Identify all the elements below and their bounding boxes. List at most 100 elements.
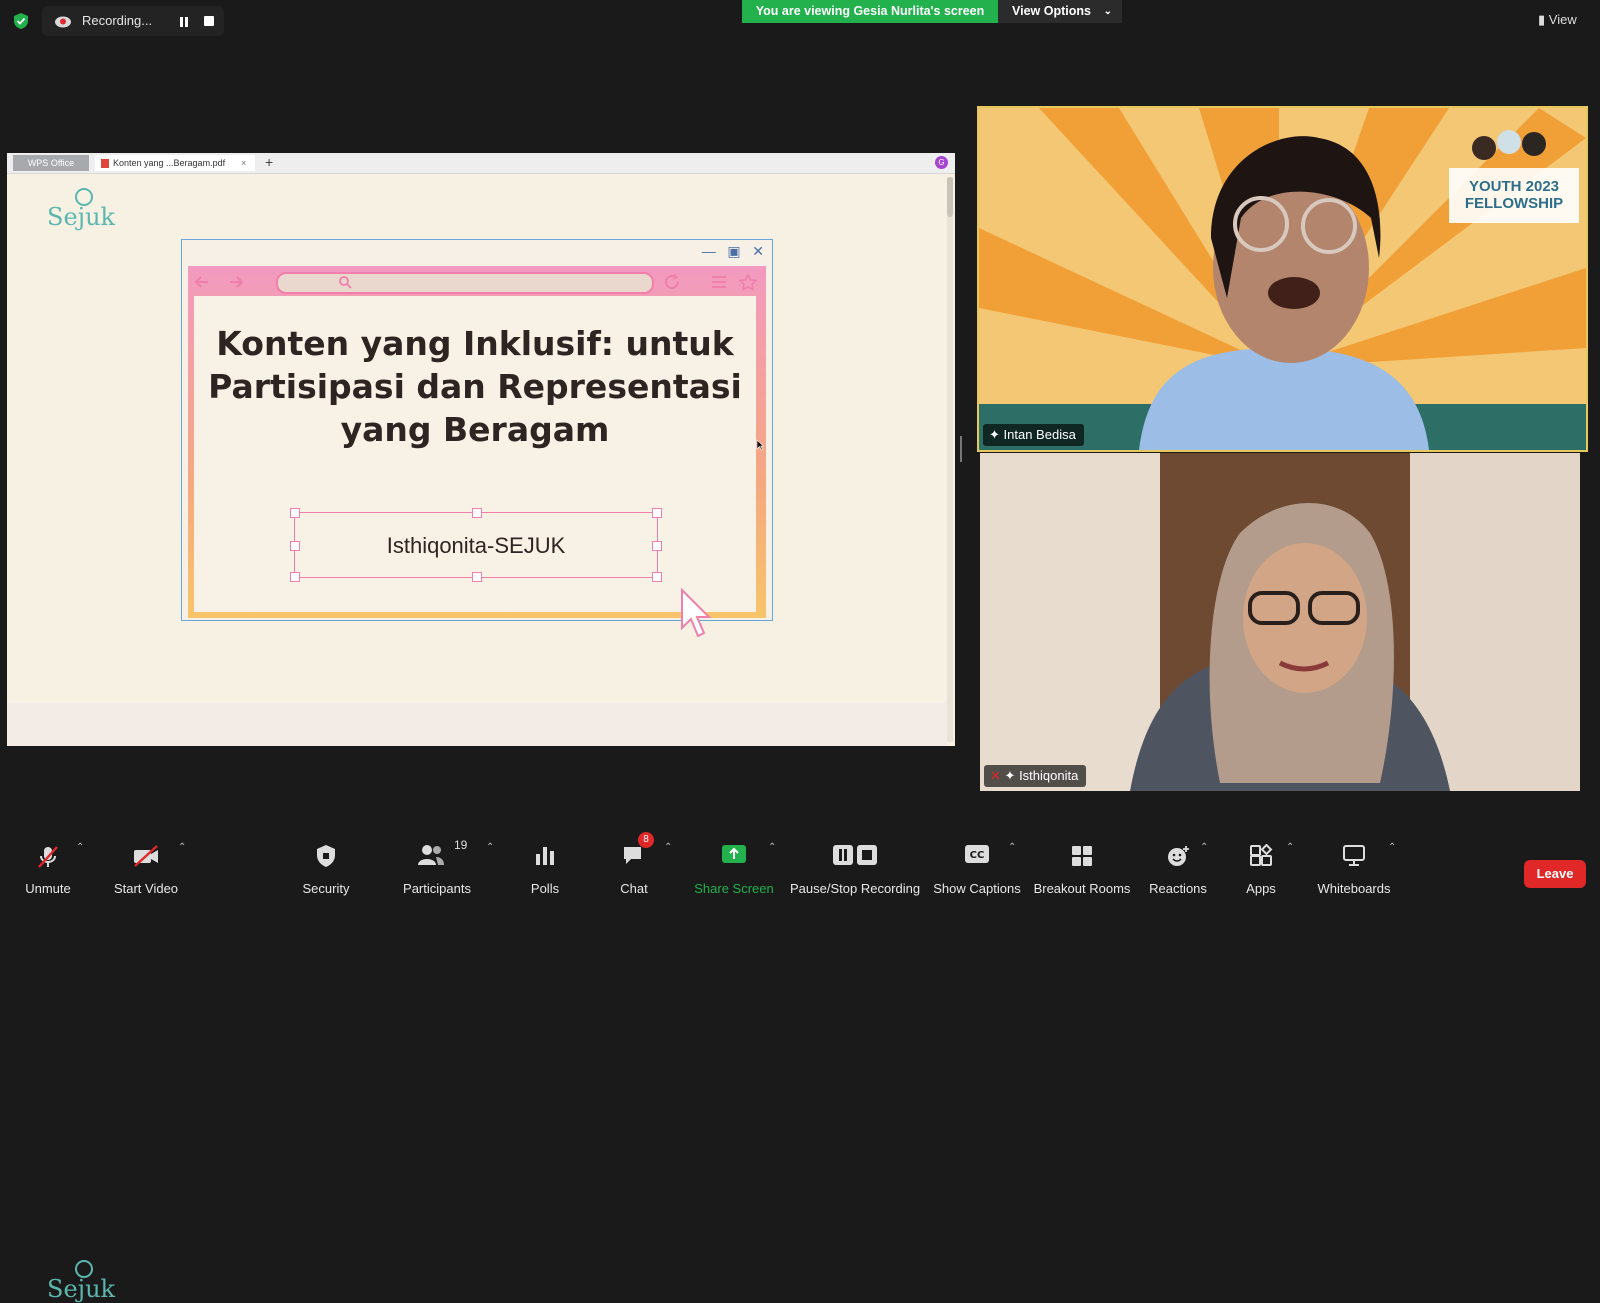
- recording-label: Recording...: [82, 13, 153, 28]
- security-shield-icon[interactable]: [12, 12, 30, 30]
- video-off-icon: [134, 845, 158, 867]
- reactions-label: Reactions: [1149, 881, 1207, 896]
- security-label: Security: [302, 881, 350, 896]
- participant-video: [980, 453, 1580, 791]
- stop-recording-icon[interactable]: [204, 16, 214, 26]
- next-slide-preview: Sejuk: [7, 703, 947, 1303]
- participants-options-caret-icon[interactable]: ⌃: [486, 842, 494, 853]
- resize-handle: [290, 541, 300, 551]
- minimize-icon: —: [701, 243, 716, 259]
- whiteboards-options-caret-icon[interactable]: ⌃: [1388, 842, 1396, 853]
- muted-mic-icon: ✕: [990, 768, 1001, 783]
- apps-button[interactable]: Apps: [1236, 830, 1286, 900]
- close-tab-icon[interactable]: ×: [241, 155, 246, 171]
- resize-handle: [652, 572, 662, 582]
- pdf-document-tab[interactable]: Konten yang ...Beragam.pdf ×: [95, 155, 255, 171]
- resize-handle: [290, 508, 300, 518]
- resize-handle: [290, 572, 300, 582]
- sejuk-logo: Sejuk: [47, 188, 137, 237]
- resize-handle: [472, 572, 482, 582]
- polls-button[interactable]: Polls: [520, 830, 570, 900]
- scrollbar[interactable]: [947, 177, 953, 742]
- breakout-rooms-icon: [1072, 846, 1092, 866]
- svg-text:CC: CC: [970, 850, 985, 861]
- unmute-label: Unmute: [25, 881, 71, 896]
- chat-unread-badge: 8: [638, 832, 654, 848]
- chat-options-caret-icon[interactable]: ⌃: [664, 842, 672, 853]
- closed-captions-icon: CC: [965, 845, 989, 863]
- slide-content: Konten yang Inklusif: untuk Partisipasi …: [194, 296, 756, 612]
- avatar[interactable]: G: [935, 156, 948, 169]
- chat-label: Chat: [620, 881, 648, 896]
- breakout-rooms-label: Breakout Rooms: [1033, 881, 1131, 896]
- chat-button[interactable]: 8 Chat: [608, 830, 660, 900]
- reactions-options-caret-icon[interactable]: ⌃: [1200, 842, 1208, 853]
- slide-browser-window: — ▣ ✕ Konten yang Inklusif: untuk Partis…: [181, 239, 773, 638]
- polls-label: Polls: [530, 881, 560, 896]
- participants-button[interactable]: 19 Participants: [400, 830, 474, 900]
- view-button[interactable]: ▮ View: [1538, 12, 1577, 28]
- start-video-label: Start Video: [113, 881, 179, 896]
- apps-label: Apps: [1246, 881, 1276, 896]
- pin-icon: ✦: [1004, 768, 1016, 783]
- wps-tab-bar: WPS Office Konten yang ...Beragam.pdf × …: [7, 153, 955, 174]
- polls-bar-chart-icon: [536, 847, 554, 865]
- whiteboards-button[interactable]: Whiteboards: [1310, 830, 1398, 900]
- reactions-smiley-icon: [1168, 846, 1189, 866]
- author-textbox: Isthiqonita-SEJUK: [290, 508, 662, 582]
- search-icon: [339, 276, 352, 289]
- youth-fellowship-badge: YOUTH 2023 FELLOWSHIP: [1464, 178, 1564, 212]
- mouse-cursor-icon: [756, 439, 764, 451]
- pause-recording-icon[interactable]: [178, 15, 190, 27]
- wps-office-tab[interactable]: WPS Office: [13, 155, 89, 171]
- share-options-caret-icon[interactable]: ⌃: [768, 842, 776, 853]
- pin-icon: ✦: [989, 427, 1000, 442]
- slide-author: Isthiqonita-SEJUK: [386, 533, 566, 558]
- view-options-button[interactable]: View Options ⌄: [998, 0, 1122, 23]
- view-options-label: View Options: [1012, 4, 1091, 18]
- back-forward-icon: [194, 276, 244, 288]
- maximize-icon: ▣: [727, 243, 741, 259]
- unmute-button[interactable]: Unmute: [14, 830, 82, 900]
- leave-button[interactable]: Leave: [1524, 860, 1586, 888]
- new-tab-icon[interactable]: +: [265, 153, 273, 171]
- close-icon: ✕: [752, 243, 764, 259]
- panel-resize-handle[interactable]: [960, 436, 962, 462]
- audio-options-caret-icon[interactable]: ⌃: [76, 842, 84, 853]
- chevron-down-icon: ⌄: [1103, 6, 1112, 17]
- view-layout-icon: ▮: [1538, 12, 1546, 27]
- share-screen-button[interactable]: Share Screen: [692, 830, 776, 900]
- video-tile-active-speaker[interactable]: YOUTH 2023 FELLOWSHIP ✦ Intan Bedisa: [977, 106, 1588, 452]
- breakout-rooms-button[interactable]: Breakout Rooms: [1032, 830, 1132, 900]
- shield-icon: [317, 845, 335, 867]
- participants-count: 19: [454, 838, 468, 852]
- resize-handle: [652, 541, 662, 551]
- participant-name-label: ✦ Intan Bedisa: [983, 424, 1084, 446]
- show-captions-button[interactable]: CC Show Captions: [932, 830, 1022, 900]
- captions-options-caret-icon[interactable]: ⌃: [1008, 842, 1016, 853]
- participant-name-label: ✕ ✦ Isthiqonita: [984, 765, 1087, 787]
- window-controls: — ▣ ✕: [702, 243, 764, 260]
- show-captions-label: Show Captions: [933, 881, 1021, 896]
- video-tile[interactable]: ✕ ✦ Isthiqonita: [980, 453, 1580, 791]
- video-options-caret-icon[interactable]: ⌃: [178, 842, 186, 853]
- start-video-button[interactable]: Start Video: [106, 830, 186, 900]
- participant-name: Isthiqonita: [1019, 768, 1079, 783]
- slide-url-bar: [276, 272, 654, 294]
- participants-label: Participants: [403, 881, 471, 896]
- apps-options-caret-icon[interactable]: ⌃: [1286, 842, 1294, 853]
- reactions-button[interactable]: Reactions: [1146, 830, 1210, 900]
- slide-frame: Konten yang Inklusif: untuk Partisipasi …: [188, 266, 766, 618]
- whiteboard-icon: [1343, 845, 1365, 866]
- browser-tools-icons: [665, 273, 758, 291]
- pause-stop-recording-button[interactable]: Pause/Stop Recording: [790, 830, 920, 900]
- participant-name: Intan Bedisa: [1003, 427, 1076, 442]
- view-label: View: [1548, 12, 1577, 27]
- participant-video: [979, 108, 1586, 450]
- resize-handle: [652, 508, 662, 518]
- security-button[interactable]: Security: [296, 830, 356, 900]
- top-bar: Recording... You are viewing Gesia Nurli…: [0, 0, 1600, 44]
- scrollbar-thumb[interactable]: [947, 177, 953, 217]
- share-screen-label: Share Screen: [694, 881, 774, 896]
- recording-cloud-icon: [54, 14, 71, 28]
